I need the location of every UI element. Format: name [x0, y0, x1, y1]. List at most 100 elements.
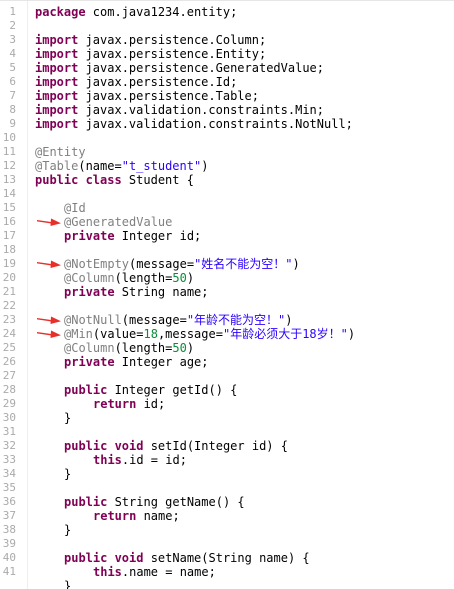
code-line: 10	[0, 131, 454, 145]
line-number: 24	[2, 327, 16, 340]
red-arrow-icon	[37, 260, 61, 268]
code-line: 20 @Column(length=50)	[0, 271, 454, 285]
code-text: import javax.persistence.Entity;	[35, 47, 266, 61]
code-text: @NotEmpty(message="姓名不能为空！")	[64, 257, 300, 271]
code-text: @Column(length=50)	[64, 271, 194, 285]
annotation-token: @Min	[64, 327, 93, 341]
red-arrow-icon	[37, 218, 61, 226]
line-number: 12	[2, 159, 16, 172]
code-text: }	[64, 467, 71, 481]
line-number: 13	[2, 173, 16, 186]
line-number: 6	[9, 75, 16, 88]
code-text: private String name;	[64, 285, 209, 299]
keyword-token: package	[35, 5, 86, 19]
line-number: 41	[2, 565, 16, 578]
code-token: (value=	[92, 327, 144, 341]
code-token: javax.persistence.Column;	[78, 33, 267, 47]
string-token: "姓名不能为空！"	[194, 257, 293, 271]
code-token: (message=	[121, 313, 187, 327]
code-token: )	[292, 257, 300, 271]
line-number: 20	[2, 271, 16, 284]
code-line: 1 package com.java1234.entity;	[0, 5, 454, 19]
keyword-token: this	[93, 565, 122, 579]
code-text: private Integer age;	[64, 355, 209, 369]
line-number: 28	[2, 383, 16, 396]
annotation-token: @Column	[64, 271, 115, 285]
code-line: 8 import javax.validation.constraints.Min…	[0, 103, 454, 117]
code-token: )	[186, 341, 195, 355]
line-number: 30	[2, 411, 16, 424]
code-token: javax.persistence.Id;	[78, 75, 238, 89]
code-line: 30}	[0, 411, 454, 425]
annotation-token: @GeneratedValue	[64, 215, 173, 229]
line-number: 32	[2, 439, 16, 452]
code-token: setId(Integer id) {	[143, 439, 288, 453]
line-number: 10	[2, 131, 16, 144]
code-token: id;	[136, 397, 166, 411]
code-token: Integer id;	[114, 229, 202, 243]
code-token: )	[347, 327, 356, 341]
line-number: 39	[2, 537, 16, 550]
code-line: 13 public class Student {	[0, 173, 454, 187]
line-number: 15	[2, 201, 16, 214]
code-line: 34}	[0, 467, 454, 481]
code-line: 28 public Integer getId() {	[0, 383, 454, 397]
line-number: 2	[9, 19, 16, 32]
code-line: 27	[0, 369, 454, 383]
keyword-token: import	[35, 61, 79, 75]
keyword-token: import	[35, 75, 79, 89]
code-text: return name;	[93, 509, 180, 523]
code-line: 16 @GeneratedValue	[0, 215, 454, 229]
code-text: }	[64, 411, 71, 425]
code-token: javax.validation.constraints.Min;	[78, 103, 324, 117]
line-number: 17	[2, 229, 16, 242]
line-number: 29	[2, 397, 16, 410]
line-number: 3	[9, 33, 16, 46]
keyword-token: private	[64, 355, 115, 369]
code-line: 18	[0, 243, 454, 257]
annotation-token: @NotEmpty	[64, 257, 130, 271]
code-token: Integer age;	[114, 355, 209, 369]
code-token: )	[285, 313, 293, 327]
line-number: 14	[2, 187, 16, 200]
keyword-token: return	[93, 509, 137, 523]
code-text: public String getName() {	[64, 495, 245, 509]
code-line: 6 import javax.persistence.Id;	[0, 75, 454, 89]
code-line: 40 public void setName(String name) {	[0, 551, 454, 565]
code-text: this.name = name;	[93, 565, 216, 579]
keyword-token: import	[35, 89, 79, 103]
code-token: setName(String name) {	[143, 551, 310, 565]
annotation-token: @Entity	[35, 145, 86, 159]
code-line: 17 private Integer id;	[0, 229, 454, 243]
line-number: 36	[2, 495, 16, 508]
code-line: 5 import javax.persistence.GeneratedValue…	[0, 61, 454, 75]
line-number: 19	[2, 257, 16, 270]
line-number: 23	[2, 313, 16, 326]
line-number: 38	[2, 523, 16, 536]
code-text: @Entity	[35, 145, 86, 159]
code-line: 24 @Min(value=18,message="年龄必须大于18岁！")	[0, 327, 454, 341]
code-line: 37 return name;	[0, 509, 454, 523]
code-editor[interactable]: 1 package com.java1234.entity; 2 3 import ja…	[0, 0, 454, 589]
line-number: 25	[2, 341, 16, 354]
code-line: 15 @Id	[0, 201, 454, 215]
code-line: 2	[0, 19, 454, 33]
code-token: String getName() {	[107, 495, 245, 509]
code-token: (message=	[129, 257, 195, 271]
keyword-token: private	[64, 229, 115, 243]
keyword-token: public void	[64, 551, 144, 565]
code-line: 19 @NotEmpty(message="姓名不能为空！")	[0, 257, 454, 271]
keyword-token: import	[35, 33, 79, 47]
code-token: (name=	[78, 159, 122, 173]
code-text: import javax.persistence.Id;	[35, 75, 237, 89]
line-number: 33	[2, 453, 16, 466]
line-number: 21	[2, 285, 16, 298]
line-number: 11	[2, 145, 16, 158]
line-number: 18	[2, 243, 16, 256]
keyword-token: public class	[35, 173, 122, 187]
code-token: javax.validation.constraints.NotNull;	[78, 117, 353, 131]
code-token: )	[186, 271, 195, 285]
code-line: 3 import javax.persistence.Column;	[0, 33, 454, 47]
code-text: return id;	[93, 397, 165, 411]
code-text: private Integer id;	[64, 229, 201, 243]
